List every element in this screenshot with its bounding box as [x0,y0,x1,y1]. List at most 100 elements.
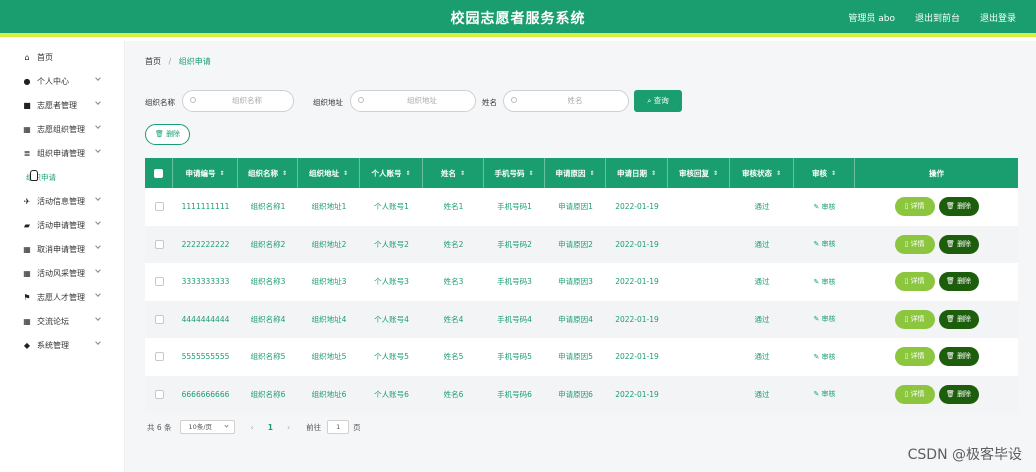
detail-label: 详情 [910,277,925,286]
sidebar-item-org-applications[interactable]: ≣ 组织申请管理 [0,141,124,165]
grid-icon: ▦ [23,124,31,134]
row-checkbox[interactable] [145,263,173,301]
column-header[interactable]: 个人账号 ⇕ [360,158,423,188]
breadcrumb-home[interactable]: 首页 [145,57,161,66]
prev-page-icon[interactable]: ‹ [251,423,254,432]
row-checkbox[interactable] [145,301,173,339]
checkbox-box [154,389,164,399]
table-cell: 组织名称3 [250,277,286,287]
detail-button[interactable]: ▯ 详情 [894,384,935,404]
detail-button[interactable]: ▯ 详情 [894,197,935,217]
chevron-down-icon [95,315,101,321]
column-header[interactable]: 审核回复 ⇕ [668,158,730,188]
batch-delete-button[interactable]: 🗑 删除 [145,124,190,145]
detail-label: 详情 [910,314,925,323]
checkbox-box [154,239,164,249]
sidebar-item-organizations[interactable]: ▦ 志愿组织管理 [0,117,124,141]
table-cell: 3333333333 [181,277,230,287]
delete-label: 删除 [957,389,972,398]
row-checkbox[interactable] [145,338,173,376]
sort-icon: ⇕ [650,169,657,177]
column-header[interactable]: 申请原因 ⇕ [545,158,606,188]
table-cell: 姓名4 [443,314,464,324]
sidebar-item-label: 系统管理 [37,340,69,350]
org-addr-input[interactable]: 组织地址 [350,90,476,112]
column-header[interactable]: 组织名称 ⇕ [238,158,298,188]
table-cell: 5555555555 [181,352,230,362]
goto-page-input[interactable]: 1 [327,420,350,434]
sidebar-item-activity-applications[interactable]: ▰ 活动申请管理 [0,213,124,237]
sidebar-subitem-org-apply[interactable]: 组织申请 [0,165,124,189]
sidebar-item-label: 组织申请管理 [37,148,85,158]
sidebar-item-home[interactable]: ⌂ 首页 [0,45,124,69]
trash-icon: 🗑 [945,352,958,361]
column-header[interactable]: 手机号码 ⇕ [484,158,545,188]
chevron-down-icon [95,75,101,81]
column-header[interactable]: 审核状态 ⇕ [730,158,794,188]
search-icon [190,97,196,103]
delete-button[interactable]: 🗑 删除 [938,234,979,254]
column-header[interactable]: 申请日期 ⇕ [606,158,668,188]
row-checkbox[interactable] [145,376,173,414]
org-name-input[interactable]: 组织名称 [182,90,294,112]
delete-button[interactable]: 🗑 删除 [938,197,979,217]
column-header[interactable]: 组织地址 ⇕ [298,158,360,188]
sidebar-item-volunteers[interactable]: ■ 志愿者管理 [0,93,124,117]
back-to-front-link[interactable]: 退出到前台 [915,11,960,24]
detail-button[interactable]: ▯ 详情 [894,309,935,329]
table-cell: 1111111111 [181,202,230,212]
sidebar-item-forum[interactable]: ▦ 交流论坛 [0,309,124,333]
table-cell [668,226,730,264]
column-header[interactable]: 姓名 ⇕ [423,158,484,188]
chevron-down-icon [95,243,101,249]
table-row: 3333333333 组织名称3 组织地址3 个人账号3 姓名3 手机号码3 申请原因3 20… [145,263,1018,301]
detail-button[interactable]: ▯ 详情 [894,234,935,254]
audit-cell: ✎ 审核 [794,301,855,339]
audit-link[interactable]: ✎ 审核 [813,239,835,249]
chevron-down-icon [95,195,101,201]
detail-label: 详情 [910,202,925,211]
edit-icon: ✎ [813,277,822,286]
query-button[interactable]: ⌕ 查询 [634,90,682,112]
audit-label: 审核 [821,352,836,361]
sidebar-item-system[interactable]: ◆ 系统管理 [0,333,124,357]
detail-button[interactable]: ▯ 详情 [894,272,935,292]
audit-link[interactable]: ✎ 审核 [813,202,835,212]
table-cell: 手机号码2 [497,239,532,249]
sidebar-item-cancellations[interactable]: ▦ 取消申请管理 [0,237,124,261]
breadcrumb-current: 组织申请 [178,57,211,66]
sidebar-item-label: 志愿人才管理 [37,292,85,302]
sidebar-item-activities[interactable]: ✈ 活动信息管理 [0,189,124,213]
audit-link[interactable]: ✎ 审核 [813,277,835,287]
sidebar-item-personal[interactable]: ● 个人中心 [0,69,124,93]
table-cell: 2222222222 [181,239,230,249]
column-header[interactable]: 申请编号 ⇕ [173,158,238,188]
select-all-checkbox[interactable] [145,158,173,188]
row-checkbox[interactable] [145,226,173,264]
logout-link[interactable]: 退出登录 [980,11,1016,24]
sidebar-item-talents[interactable]: ⚑ 志愿人才管理 [0,285,124,309]
user-label[interactable]: 管理员 abo [848,11,895,24]
current-page[interactable]: 1 [268,423,273,432]
delete-button[interactable]: 🗑 删除 [938,309,979,329]
table-cell: 个人账号4 [374,314,409,324]
actions-cell: ▯ 详情 🗑 删除 [855,376,1018,414]
audit-link[interactable]: ✎ 审核 [813,314,835,324]
actions-cell: ▯ 详情 🗑 删除 [855,338,1018,376]
column-header[interactable]: 审核 ⇕ [794,158,855,188]
column-label: 手机号码 [494,168,525,178]
row-checkbox[interactable] [145,188,173,226]
page-size-select[interactable]: 10条/页 [179,420,235,434]
sidebar-item-activity-showcase[interactable]: ▦ 活动风采管理 [0,261,124,285]
next-page-icon[interactable]: › [287,423,290,432]
column-label: 审核状态 [741,168,772,178]
delete-button[interactable]: 🗑 删除 [938,384,979,404]
name-input[interactable]: 姓名 [503,90,629,112]
delete-button[interactable]: 🗑 删除 [938,347,979,367]
checkbox-box [154,168,163,178]
detail-button[interactable]: ▯ 详情 [894,347,935,367]
audit-link[interactable]: ✎ 审核 [813,389,835,399]
audit-link[interactable]: ✎ 审核 [813,352,835,362]
delete-button[interactable]: 🗑 删除 [938,272,979,292]
chevron-down-icon [95,147,101,153]
